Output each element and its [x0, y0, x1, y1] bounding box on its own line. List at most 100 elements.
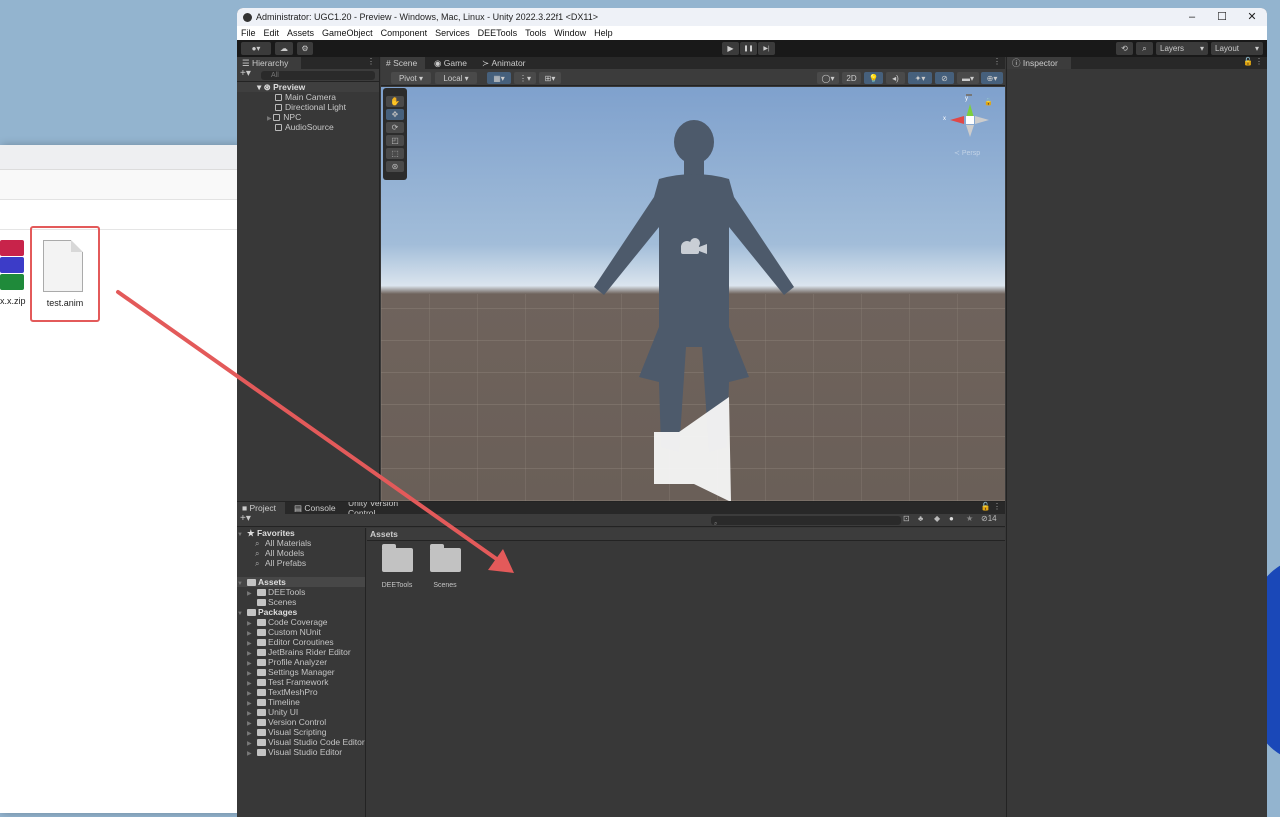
package-folder-item[interactable]: ▶ Code Coverage: [237, 617, 365, 627]
hand-tool-icon[interactable]: ✋: [386, 96, 404, 107]
file-item-test-anim[interactable]: test.anim: [30, 226, 100, 322]
project-search-input[interactable]: ⌕: [711, 516, 901, 527]
shading-mode-dropdown[interactable]: ◯▾: [817, 72, 839, 84]
scene-viewport[interactable]: ✋ ✥ ⟳ ◰ ⬚ ⊛ 🔒 y x ≺ Persp: [381, 87, 1005, 501]
winrar-archive-icon[interactable]: [0, 240, 24, 290]
panel-options-icon[interactable]: ⋮: [367, 57, 375, 66]
package-folder-item[interactable]: ▶ Visual Studio Editor: [237, 747, 365, 757]
services-button[interactable]: ⚙: [297, 42, 313, 55]
layers-dropdown[interactable]: Layers ▾: [1156, 42, 1208, 55]
neg-x-cone[interactable]: [975, 116, 989, 124]
search-by-type-icon[interactable]: ⊡: [903, 514, 910, 523]
filter-by-type-icon[interactable]: ♣: [918, 514, 923, 523]
menu-tools[interactable]: Tools: [525, 28, 546, 38]
package-folder-item[interactable]: ▶ Test Framework: [237, 677, 365, 687]
gizmos-dropdown[interactable]: ⊕▾: [981, 72, 1003, 84]
step-button[interactable]: ▶|: [758, 42, 775, 55]
rect-tool-icon[interactable]: ⬚: [386, 148, 404, 159]
menu-deetools[interactable]: DEETools: [478, 28, 518, 38]
filter-by-label-icon[interactable]: ◆: [934, 514, 940, 523]
panel-options-icon[interactable]: ⋮: [1255, 57, 1263, 66]
asset-tile-scenes[interactable]: Scenes: [425, 544, 465, 589]
toggle-2d-button[interactable]: 2D: [842, 72, 861, 84]
favorite-item[interactable]: ⌕ All Prefabs: [237, 558, 365, 568]
menu-services[interactable]: Services: [435, 28, 470, 38]
explorer-address-bar[interactable]: [0, 170, 240, 200]
hierarchy-item[interactable]: Main Camera: [237, 92, 379, 102]
menu-window[interactable]: Window: [554, 28, 586, 38]
asset-tile-deetools[interactable]: DEETools: [377, 544, 417, 589]
search-button[interactable]: ⌕: [1136, 42, 1153, 55]
menu-component[interactable]: Component: [381, 28, 428, 38]
play-button[interactable]: ▶: [722, 42, 739, 55]
scene-row[interactable]: ▾ ⊛ Preview: [237, 82, 379, 92]
hierarchy-item[interactable]: ▶ NPC: [237, 112, 379, 122]
local-dropdown[interactable]: Local ▾: [435, 72, 477, 84]
projection-toggle[interactable]: ≺ Persp: [954, 149, 980, 157]
lock-icon[interactable]: 🔓: [1243, 57, 1253, 66]
package-folder-item[interactable]: ▶ JetBrains Rider Editor: [237, 647, 365, 657]
panel-options-icon[interactable]: 🔓 ⋮: [981, 502, 1001, 511]
package-folder-item[interactable]: ▶ Version Control: [237, 717, 365, 727]
packages-header[interactable]: ▼ Packages: [237, 607, 365, 617]
menu-edit[interactable]: Edit: [264, 28, 280, 38]
menu-gameobject[interactable]: GameObject: [322, 28, 373, 38]
pause-button[interactable]: ❚❚: [740, 42, 757, 55]
package-folder-item[interactable]: ▶ Visual Scripting: [237, 727, 365, 737]
package-folder-item[interactable]: ▶ Profile Analyzer: [237, 657, 365, 667]
rotate-tool-icon[interactable]: ⟳: [386, 122, 404, 133]
lighting-toggle[interactable]: 💡: [864, 72, 883, 84]
package-folder-item[interactable]: ▶ Settings Manager: [237, 667, 365, 677]
panel-options-icon[interactable]: ⋮: [993, 57, 1001, 66]
package-folder-item[interactable]: ▶ Visual Studio Code Editor: [237, 737, 365, 747]
lock-icon[interactable]: 🔒: [984, 98, 993, 106]
pivot-dropdown[interactable]: Pivot ▾: [391, 72, 431, 84]
audio-toggle[interactable]: ◂): [886, 72, 905, 84]
tab-version-control[interactable]: Unity Version Control: [343, 502, 419, 514]
menu-file[interactable]: File: [241, 28, 256, 38]
menu-help[interactable]: Help: [594, 28, 613, 38]
grid-snap-button[interactable]: ▦▾: [487, 72, 511, 84]
hidden-packages-toggle[interactable]: ⊘14: [981, 514, 997, 523]
layout-dropdown[interactable]: Layout ▾: [1211, 42, 1263, 55]
neg-y-cone[interactable]: [966, 125, 974, 137]
expand-arrow-icon[interactable]: ▶: [247, 749, 257, 759]
scale-tool-icon[interactable]: ◰: [386, 135, 404, 146]
favorite-item[interactable]: ⌕ All Models: [237, 548, 365, 558]
assets-breadcrumb[interactable]: Assets: [367, 528, 1005, 541]
assets-header[interactable]: ▼ Assets: [237, 577, 365, 587]
package-folder-item[interactable]: ▶ Custom NUnit: [237, 627, 365, 637]
camera-settings-dropdown[interactable]: ▬▾: [957, 72, 979, 84]
favorite-star-icon[interactable]: ★: [966, 514, 973, 523]
close-button[interactable]: ✕: [1237, 8, 1267, 26]
cloud-button[interactable]: ☁: [275, 42, 293, 55]
hierarchy-item[interactable]: Directional Light: [237, 102, 379, 112]
asset-folder-item[interactable]: Scenes: [237, 597, 365, 607]
scene-visibility-toggle[interactable]: ⊘: [935, 72, 954, 84]
move-tool-icon[interactable]: ✥: [386, 109, 404, 120]
package-folder-item[interactable]: ▶ Unity UI: [237, 707, 365, 717]
package-folder-item[interactable]: ▶ Editor Coroutines: [237, 637, 365, 647]
tab-inspector[interactable]: ⓘ Inspector: [1007, 57, 1071, 69]
tab-console[interactable]: ▤ Console: [289, 502, 341, 514]
create-button[interactable]: +▾: [240, 68, 251, 79]
undo-history-button[interactable]: ⟲: [1116, 42, 1133, 55]
vertex-snap-button[interactable]: ⊞▾: [539, 72, 561, 84]
minimize-button[interactable]: –: [1177, 8, 1207, 26]
effects-dropdown[interactable]: ✦▾: [908, 72, 932, 84]
tab-game[interactable]: ◉ Game: [429, 57, 472, 69]
log-icon[interactable]: ●: [949, 514, 954, 523]
x-axis-cone[interactable]: [950, 116, 964, 124]
asset-folder-item[interactable]: ▶ DEETools: [237, 587, 365, 597]
hierarchy-item[interactable]: AudioSource: [237, 122, 379, 132]
account-dropdown[interactable]: ●▾: [241, 42, 271, 55]
package-folder-item[interactable]: ▶ TextMeshPro: [237, 687, 365, 697]
package-folder-item[interactable]: ▶ Timeline: [237, 697, 365, 707]
maximize-button[interactable]: ☐: [1207, 8, 1237, 26]
transform-tool-icon[interactable]: ⊛: [386, 161, 404, 172]
favorite-item[interactable]: ⌕ All Materials: [237, 538, 365, 548]
increment-snap-button[interactable]: ⋮▾: [514, 72, 536, 84]
hierarchy-search-input[interactable]: All: [261, 71, 375, 80]
tab-animator[interactable]: ≻ Animator: [477, 57, 531, 69]
favorites-header[interactable]: ▼ ★ Favorites: [237, 528, 365, 538]
